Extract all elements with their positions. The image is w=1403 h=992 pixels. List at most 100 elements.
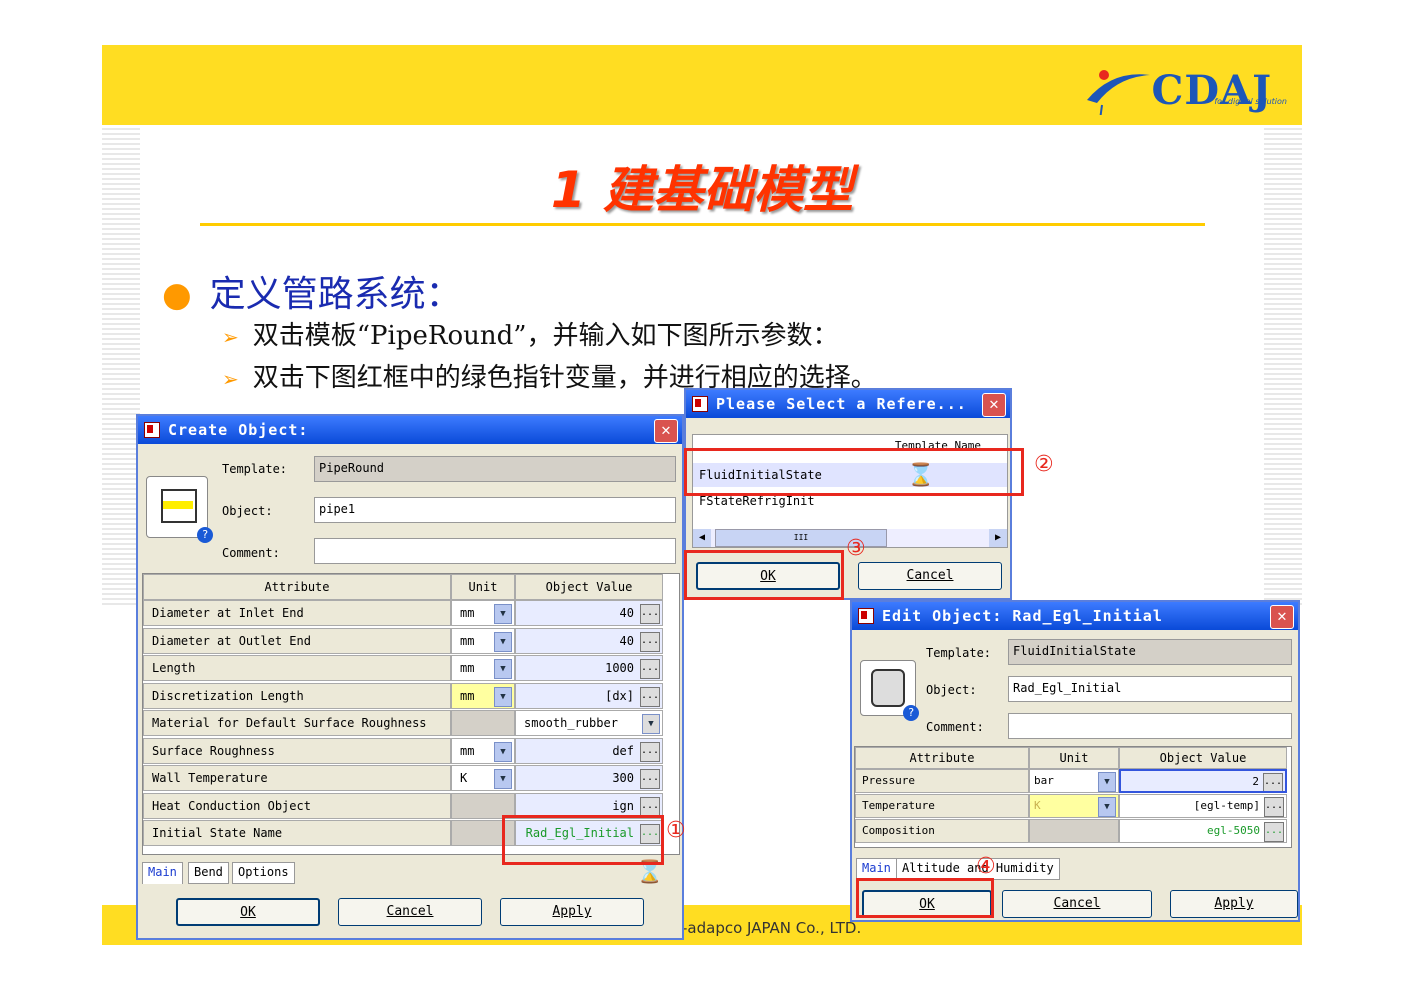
value-dropdown[interactable]: smooth_rubber ▼ [515,710,663,736]
ellipsis-button[interactable]: ... [640,796,660,817]
bullet-text: 定义管路系统： [209,274,462,315]
table-row[interactable]: Discretization Length mm ▼ [dx]... [143,682,679,709]
attribute-cell: Initial State Name [143,820,451,846]
attribute-cell: Length [143,655,451,681]
chevron-down-icon[interactable]: ▼ [1098,772,1116,792]
table-header: Attribute Unit Object Value [143,574,679,600]
close-icon[interactable]: ✕ [1270,605,1294,629]
value-cell[interactable]: [dx]... [515,682,663,709]
ellipsis-button[interactable]: ... [1264,797,1284,817]
unit-value: mm [460,661,475,675]
table-row[interactable]: Material for Default Surface Roughness sm… [143,710,679,736]
marker-3: ③ [846,536,866,561]
template-label: Template: [222,462,288,476]
chevron-down-icon[interactable]: ▼ [494,631,512,652]
chevron-down-icon[interactable]: ▼ [1098,797,1116,817]
attribute-cell: Composition [855,819,1029,843]
object-input[interactable]: Rad_Egl_Initial [1008,676,1292,702]
ellipsis-button[interactable]: ... [640,769,660,789]
table-row[interactable]: Wall Temperature K ▼ 300... [143,765,679,791]
object-input[interactable]: pipe1 [314,497,676,523]
tab-main[interactable]: Main [142,862,183,884]
annotation-box-3 [684,550,844,600]
value-cell[interactable]: 40... [515,627,663,654]
value-cell[interactable]: egl-5050... [1119,819,1287,843]
table-row[interactable]: Pressure bar ▼ 2... [855,769,1291,793]
title-underline [200,223,1205,226]
unit-cell[interactable]: mm ▼ [451,737,515,764]
col-value: Object Value [515,574,663,600]
chevron-down-icon[interactable]: ▼ [494,769,512,789]
scroll-left-icon[interactable]: ◀ [693,529,711,547]
scroll-right-icon[interactable]: ▶ [989,529,1007,547]
chevron-down-icon[interactable]: ▼ [494,604,512,624]
chevron-down-icon[interactable]: ▼ [642,714,660,734]
cancel-button[interactable]: Cancel [1002,890,1152,918]
ellipsis-button[interactable]: ... [640,631,660,652]
table-row[interactable]: Diameter at Inlet End mm ▼ 40... [143,600,679,626]
value-cell[interactable]: def... [515,737,663,764]
attribute-cell: Diameter at Inlet End [143,600,451,626]
comment-input[interactable] [1008,713,1292,739]
chevron-down-icon[interactable]: ▼ [494,741,512,762]
value-cell[interactable]: 300... [515,765,663,791]
ellipsis-button[interactable]: ... [1263,773,1283,791]
apply-button[interactable]: Apply [1170,890,1298,918]
ellipsis-button[interactable]: ... [640,686,660,707]
chevron-down-icon[interactable]: ▼ [494,659,512,679]
arrow-icon: ➢ [222,325,239,349]
table-row[interactable]: Length mm ▼ 1000... [143,655,679,681]
attribute-cell: Diameter at Outlet End [143,627,451,654]
logo-subtitle: for digital solution [1214,97,1287,106]
value-text: 2 [1252,775,1259,788]
value-cell[interactable]: 1000... [515,655,663,681]
create-object-titlebar: Create Object: [138,416,682,444]
ellipsis-button[interactable]: ... [640,659,660,679]
cancel-button[interactable]: Cancel [338,898,482,926]
unit-cell[interactable]: bar ▼ [1029,769,1119,793]
ellipsis-button[interactable]: ... [1264,822,1284,842]
cancel-button[interactable]: Cancel [858,562,1002,590]
unit-cell [451,710,515,736]
table-row[interactable]: Composition egl-5050... [855,819,1291,843]
sub-bullet-1: ➢ 双击模板“PipeRound”，并输入如下图所示参数： [222,315,839,352]
table-header: Attribute Unit Object Value [855,747,1291,769]
template-field: PipeRound [314,456,676,482]
ellipsis-button[interactable]: ... [640,604,660,624]
logo-swoosh-icon [1086,70,1150,115]
tab-options[interactable]: Options [232,862,295,884]
comment-label: Comment: [926,720,984,734]
chevron-down-icon[interactable]: ▼ [494,686,512,707]
close-icon[interactable]: ✕ [654,419,678,443]
attribute-cell: Heat Conduction Object [143,792,451,819]
unit-cell[interactable]: mm ▼ [451,655,515,681]
value-text: 1000 [605,661,634,675]
value-text: 40 [619,633,634,648]
cdaj-logo: CDAJ [1082,65,1272,115]
close-icon[interactable]: ✕ [982,393,1006,417]
table-row[interactable]: Temperature K ▼ [egl-temp]... [855,794,1291,818]
unit-cell[interactable]: mm ▼ [451,600,515,626]
create-object-title: Create Object: [168,421,309,439]
table-row[interactable]: Diameter at Outlet End mm ▼ 40... [143,627,679,654]
tab-main[interactable]: Main [856,858,897,880]
value-cell[interactable]: [egl-temp]... [1119,794,1287,818]
tab-bend[interactable]: Bend [188,862,229,884]
table-row[interactable]: Surface Roughness mm ▼ def... [143,737,679,764]
unit-cell[interactable]: K ▼ [451,765,515,791]
ok-button[interactable]: OK [176,898,320,926]
value-cell[interactable]: 40... [515,600,663,626]
value-cell[interactable]: 2... [1119,769,1287,793]
col-unit: Unit [1029,747,1119,769]
comment-input[interactable] [314,538,676,564]
unit-cell[interactable]: K ▼ [1029,794,1119,818]
unit-cell[interactable]: mm ▼ [451,682,515,709]
ellipsis-button[interactable]: ... [640,741,660,762]
select-reference-title: Please Select a Refere... [716,395,967,413]
unit-value: K [460,771,468,785]
marker-1: ① [666,818,686,843]
attribute-cell: Material for Default Surface Roughness [143,710,451,736]
select-reference-titlebar: Please Select a Refere... [686,390,1010,418]
unit-cell[interactable]: mm ▼ [451,627,515,654]
apply-button[interactable]: Apply [500,898,644,926]
